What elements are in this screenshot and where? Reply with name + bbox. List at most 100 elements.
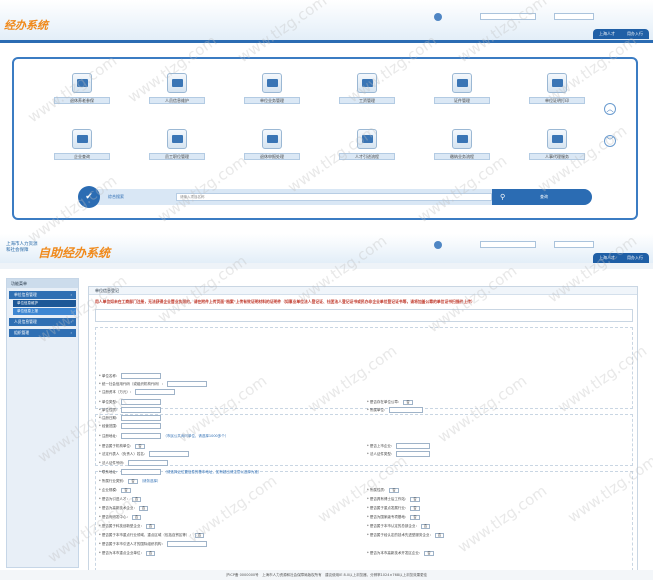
user-field-2[interactable] xyxy=(554,13,594,20)
field-select[interactable]: 否 xyxy=(403,399,413,405)
sidebar-item-label: 组织管理 xyxy=(14,330,30,335)
field-select[interactable]: 否 xyxy=(128,478,138,484)
nav-tab-enter[interactable]: 用办入行 xyxy=(621,29,649,39)
field-select[interactable]: 否 xyxy=(389,487,399,493)
field-input[interactable] xyxy=(149,451,190,457)
id-card-icon xyxy=(452,73,472,93)
service-tile-label: 员工职位管理 xyxy=(149,153,205,160)
field-input[interactable] xyxy=(121,399,162,405)
field-input[interactable] xyxy=(121,469,162,475)
field-select[interactable]: 否 xyxy=(121,487,131,493)
sidebar-item-org[interactable]: 组织管理 › xyxy=(9,329,76,337)
service-tile[interactable]: 人才引进流程 xyxy=(337,129,397,169)
sidebar-item-label: 单位信息管理 xyxy=(14,292,37,297)
service-tile-label: 单位证明打印 xyxy=(529,97,585,104)
field-select[interactable]: 否 xyxy=(135,443,145,449)
app-logo-2: 自助经办系统 xyxy=(38,246,111,260)
nav-tab-talent[interactable]: 上海人才 xyxy=(593,29,621,39)
service-tile-label: 企业查询 xyxy=(54,153,110,160)
search-label: 综合搜索 xyxy=(108,194,124,199)
field-select[interactable]: 否 xyxy=(420,523,431,529)
field-input[interactable] xyxy=(396,451,431,457)
field-input[interactable] xyxy=(166,381,207,387)
search-button[interactable]: ⚲ 查询 xyxy=(492,189,592,205)
field-label: * 是否存在单位公章： xyxy=(367,400,402,404)
service-tile-label: 人员信息维护 xyxy=(149,97,205,104)
edit-icon xyxy=(167,73,187,93)
field-label: * 所属行业类别： xyxy=(99,479,127,483)
field-label: * 企业规模： xyxy=(99,488,120,492)
footer: 沪ICP备 0000000号 上海市人力资源和社会保障局版权所有 建议使用IE … xyxy=(0,570,653,580)
service-tile[interactable]: 企业查询 xyxy=(52,129,112,169)
search-bar: ✔ 综合搜索 请输入项目名称 ⚲ 查询 xyxy=(78,186,592,208)
user-icon-2 xyxy=(434,241,442,249)
field-input[interactable] xyxy=(121,407,162,413)
field-select[interactable]: 否 xyxy=(194,532,205,538)
chevron-right-icon: › xyxy=(70,319,72,324)
field-select[interactable]: 否 xyxy=(131,496,142,502)
service-tile[interactable]: 人事代理服务 xyxy=(527,129,587,169)
field-select[interactable]: 否 xyxy=(424,550,434,556)
sidebar-item-person-info[interactable]: 人员信息管理 › xyxy=(9,318,76,326)
field-label: * 统一社会信用代码（或组织机构代码）： xyxy=(99,382,165,386)
nav-tab-talent-2[interactable]: 上海人才 xyxy=(593,253,621,263)
user-field-4[interactable] xyxy=(554,241,594,248)
field-input[interactable] xyxy=(389,407,424,413)
field-input[interactable] xyxy=(121,373,162,379)
sidebar-sub-unit-report[interactable]: 单位信息上报 xyxy=(13,308,76,315)
sidebar-sub-unit-maintain[interactable]: 单位信息维护 xyxy=(13,300,76,307)
self-service-form-screen: 上海市人力资源 和社会保障 自助经办系统 上海人才 用办入行 功能菜单 单位信息… xyxy=(0,234,653,582)
service-tile[interactable]: 单位证明打印 xyxy=(527,73,587,113)
notice-input-box[interactable] xyxy=(95,309,633,322)
header: 经办系统 上海人才 用办入行 xyxy=(0,0,653,40)
field-input[interactable] xyxy=(121,423,162,429)
service-tile[interactable]: 证件管理 xyxy=(432,73,492,113)
field-label: * 是否具有博士后工作站： xyxy=(367,497,409,501)
service-tile[interactable]: 退休养老参保 xyxy=(52,73,112,113)
field-select[interactable]: 否 xyxy=(434,532,445,538)
service-tile[interactable]: 员工职位管理 xyxy=(147,129,207,169)
field-input[interactable] xyxy=(166,541,207,547)
field-input[interactable] xyxy=(135,389,176,395)
field-input[interactable] xyxy=(396,443,431,449)
field-select[interactable]: 否 xyxy=(138,505,149,511)
form-row: * 是否为引进人才：否 xyxy=(99,496,142,503)
app-logo: 经办系统 xyxy=(4,19,48,32)
field-select[interactable]: 否 xyxy=(410,496,420,502)
sidebar-item-unit-info[interactable]: 单位信息管理 › xyxy=(9,291,76,299)
field-input[interactable] xyxy=(128,460,169,466)
scroll-up-button[interactable]: ︿ xyxy=(604,103,616,115)
service-tile-label: 人才引进流程 xyxy=(339,153,395,160)
nav-tabs: 上海人才 用办入行 xyxy=(593,29,649,39)
header-2: 上海市人力资源 和社会保障 自助经办系统 上海人才 用办入行 xyxy=(0,234,653,263)
field-label: * 是否属于本市引进人才的国际组织机构： xyxy=(99,542,165,546)
service-tile[interactable]: 缴纳业务流程 xyxy=(432,129,492,169)
form-row: * 所属行业类别：否（请务选择） xyxy=(99,478,161,485)
scroll-down-button[interactable]: ﹀ xyxy=(604,135,616,147)
service-tile-label: 退休申报处理 xyxy=(244,153,300,160)
service-tile[interactable]: 工资管理 xyxy=(337,73,397,113)
field-select[interactable]: 否 xyxy=(410,505,420,511)
printer-icon xyxy=(72,73,92,93)
field-select[interactable]: 否 xyxy=(410,514,420,520)
field-select[interactable]: 否 xyxy=(131,514,142,520)
service-tile[interactable]: 人员信息维护 xyxy=(147,73,207,113)
header-divider xyxy=(0,40,653,43)
search-input[interactable]: 请输入项目名称 xyxy=(176,193,492,201)
field-label: * 注册日期： xyxy=(99,416,120,420)
nav-tab-enter-2[interactable]: 用办入行 xyxy=(621,253,649,263)
field-hint: （请选择近位置信息的基本地址，如有超出请注意以选择为准） xyxy=(163,470,262,474)
field-select[interactable]: 否 xyxy=(145,523,156,529)
user-field-1[interactable] xyxy=(480,13,536,20)
field-select[interactable]: 否 xyxy=(145,550,156,556)
field-input[interactable] xyxy=(121,433,162,439)
service-tile[interactable]: 单位业务管理 xyxy=(242,73,302,113)
form-row: * 是否有研发中心：否 xyxy=(99,514,142,521)
service-tile[interactable]: 退休申报处理 xyxy=(242,129,302,169)
user-field-3[interactable] xyxy=(480,241,536,248)
sidebar: 功能菜单 单位信息管理 › 单位信息维护 单位信息上报 人员信息管理 › 组织管… xyxy=(6,278,79,568)
user-area xyxy=(432,13,647,23)
form-row: * 法人证件号码： xyxy=(99,460,169,467)
field-input[interactable] xyxy=(121,415,162,421)
form-row: * 单位类型： xyxy=(99,399,162,406)
